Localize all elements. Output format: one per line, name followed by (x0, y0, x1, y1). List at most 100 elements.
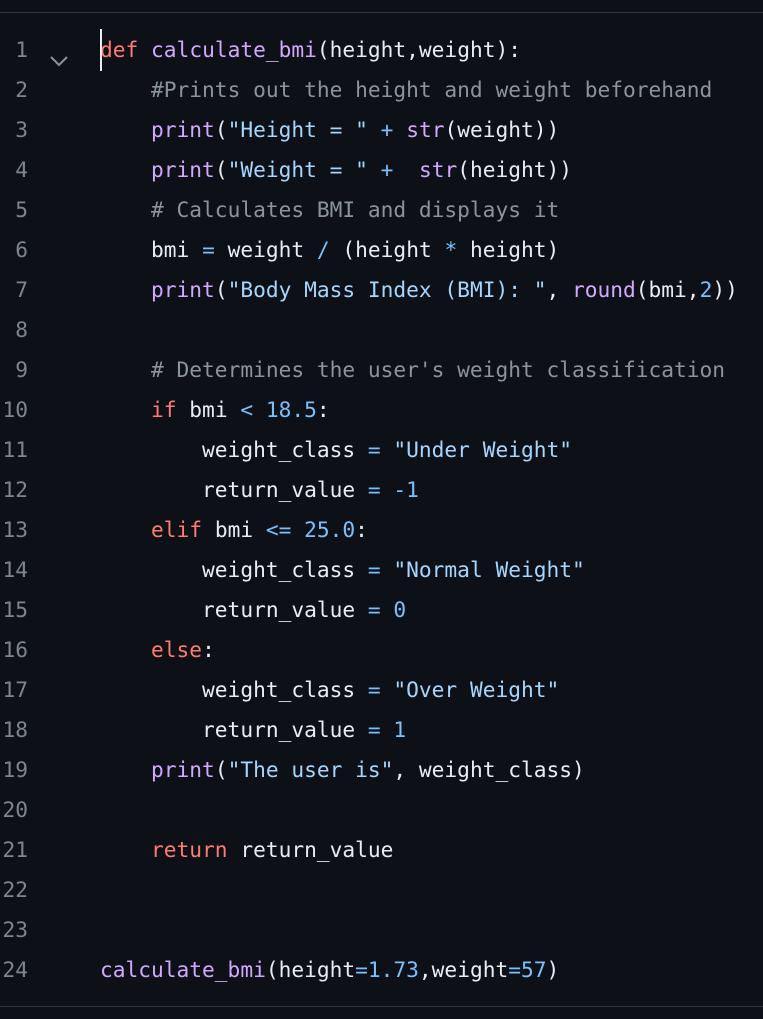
code-token: ( (214, 277, 228, 302)
code-token: "Over Weight" (393, 677, 560, 702)
code-line[interactable]: 18 return_value = 1 (0, 710, 763, 750)
code-token: -1 (393, 477, 419, 502)
code-token: / (316, 237, 330, 262)
line-code: weight_class = "Under Weight" (100, 430, 572, 470)
code-token: str (406, 117, 445, 142)
line-number: 18 (2, 717, 28, 742)
line-code: weight_class = "Normal Weight" (100, 550, 585, 590)
code-line[interactable]: 17 weight_class = "Over Weight" (0, 670, 763, 710)
code-token: else (151, 637, 203, 662)
line-code: elif bmi <= 25.0: (100, 510, 368, 550)
line-code: return_value = -1 (100, 470, 419, 510)
line-code: return_value = 0 (100, 590, 406, 630)
code-token: weight (214, 237, 317, 262)
code-token: return_value (100, 597, 368, 622)
line-number: 22 (2, 877, 28, 902)
code-token: 1 (393, 717, 407, 742)
code-token: if (151, 397, 177, 422)
code-token: ( (214, 757, 228, 782)
code-line[interactable]: 9 # Determines the user's weight classif… (0, 350, 763, 390)
code-line[interactable]: 5 # Calculates BMI and displays it (0, 190, 763, 230)
line-number: 12 (2, 477, 28, 502)
code-line[interactable]: 23 (0, 910, 763, 950)
line-code: if bmi < 18.5: (100, 390, 330, 430)
line-number: 11 (2, 437, 28, 462)
code-token: #Prints out the height and weight before… (151, 77, 713, 102)
code-token: )) (712, 277, 738, 302)
line-number: 4 (15, 157, 28, 182)
line-number: 7 (15, 277, 28, 302)
line-number: 8 (15, 317, 28, 342)
code-line[interactable]: 13 elif bmi <= 25.0: (0, 510, 763, 550)
code-token: calculate_bmi (151, 37, 317, 62)
line-code: bmi = weight / (height * height) (100, 230, 559, 270)
code-line[interactable]: 3 print("Height = " + str(weight)) (0, 110, 763, 150)
editor-bottom-border (0, 1006, 763, 1007)
code-line[interactable]: 4 print("Weight = " + str(height)) (0, 150, 763, 190)
code-line[interactable]: 22 (0, 870, 763, 910)
line-code: # Determines the user's weight classific… (100, 350, 725, 390)
code-token: 25.0 (304, 517, 356, 542)
code-token: (weight)) (444, 117, 560, 142)
code-token: + (380, 117, 394, 142)
code-line[interactable]: 16 else: (0, 630, 763, 670)
code-token: 18.5 (265, 397, 317, 422)
code-line[interactable]: 11 weight_class = "Under Weight" (0, 430, 763, 470)
code-token: <= (265, 517, 292, 542)
code-line[interactable]: 15 return_value = 0 (0, 590, 763, 630)
code-line[interactable]: 10 if bmi < 18.5: (0, 390, 763, 430)
code-token: = (508, 957, 521, 982)
line-number: 15 (2, 597, 28, 622)
line-code: weight_class = "Over Weight" (100, 670, 559, 710)
code-token: ( (214, 157, 228, 182)
code-token: < (240, 397, 254, 422)
code-line[interactable]: 7 print("Body Mass Index (BMI): ", round… (0, 270, 763, 310)
line-code: # Calculates BMI and displays it (100, 190, 559, 230)
code-token: = (367, 717, 381, 742)
chevron-down-icon[interactable] (49, 42, 69, 67)
code-token: ) (546, 957, 560, 982)
line-number: 23 (2, 917, 28, 942)
code-token: return (151, 837, 228, 862)
code-line[interactable]: 19 print("The user is", weight_class) (0, 750, 763, 790)
line-code: print("The user is", weight_class) (100, 750, 585, 790)
code-token: # Calculates BMI and displays it (151, 197, 560, 222)
code-line[interactable]: 6 bmi = weight / (height * height) (0, 230, 763, 270)
line-code: def calculate_bmi(height,weight): (100, 30, 521, 70)
code-token: height) (457, 237, 560, 262)
code-line[interactable]: 8 (0, 310, 763, 350)
code-token: (height)) (457, 157, 573, 182)
code-token: elif (151, 517, 203, 542)
code-line[interactable]: 12 return_value = -1 (0, 470, 763, 510)
code-line[interactable]: 1 def calculate_bmi(height,weight): (0, 30, 763, 70)
line-number: 17 (2, 677, 28, 702)
line-number: 20 (2, 797, 28, 822)
code-editor[interactable]: 1 def calculate_bmi(height,weight): 2 #Pri… (0, 0, 763, 1019)
code-token: weight_class (100, 557, 368, 582)
code-line[interactable]: 24 calculate_bmi(height=1.73,weight=57) (0, 950, 763, 990)
code-token: : (316, 397, 330, 422)
editor-top-border (0, 12, 763, 13)
line-number: 19 (2, 757, 28, 782)
code-line[interactable]: 20 (0, 790, 763, 830)
code-token: "Height = " (227, 117, 368, 142)
code-token: "Normal Weight" (393, 557, 585, 582)
code-token: : (355, 517, 368, 542)
code-line[interactable]: 21 return return_value (0, 830, 763, 870)
line-number: 6 (15, 237, 28, 262)
code-token: print (151, 117, 215, 142)
code-line[interactable]: 2 #Prints out the height and weight befo… (0, 70, 763, 110)
code-token: return_value (227, 837, 394, 862)
code-line[interactable]: 14 weight_class = "Normal Weight" (0, 550, 763, 590)
